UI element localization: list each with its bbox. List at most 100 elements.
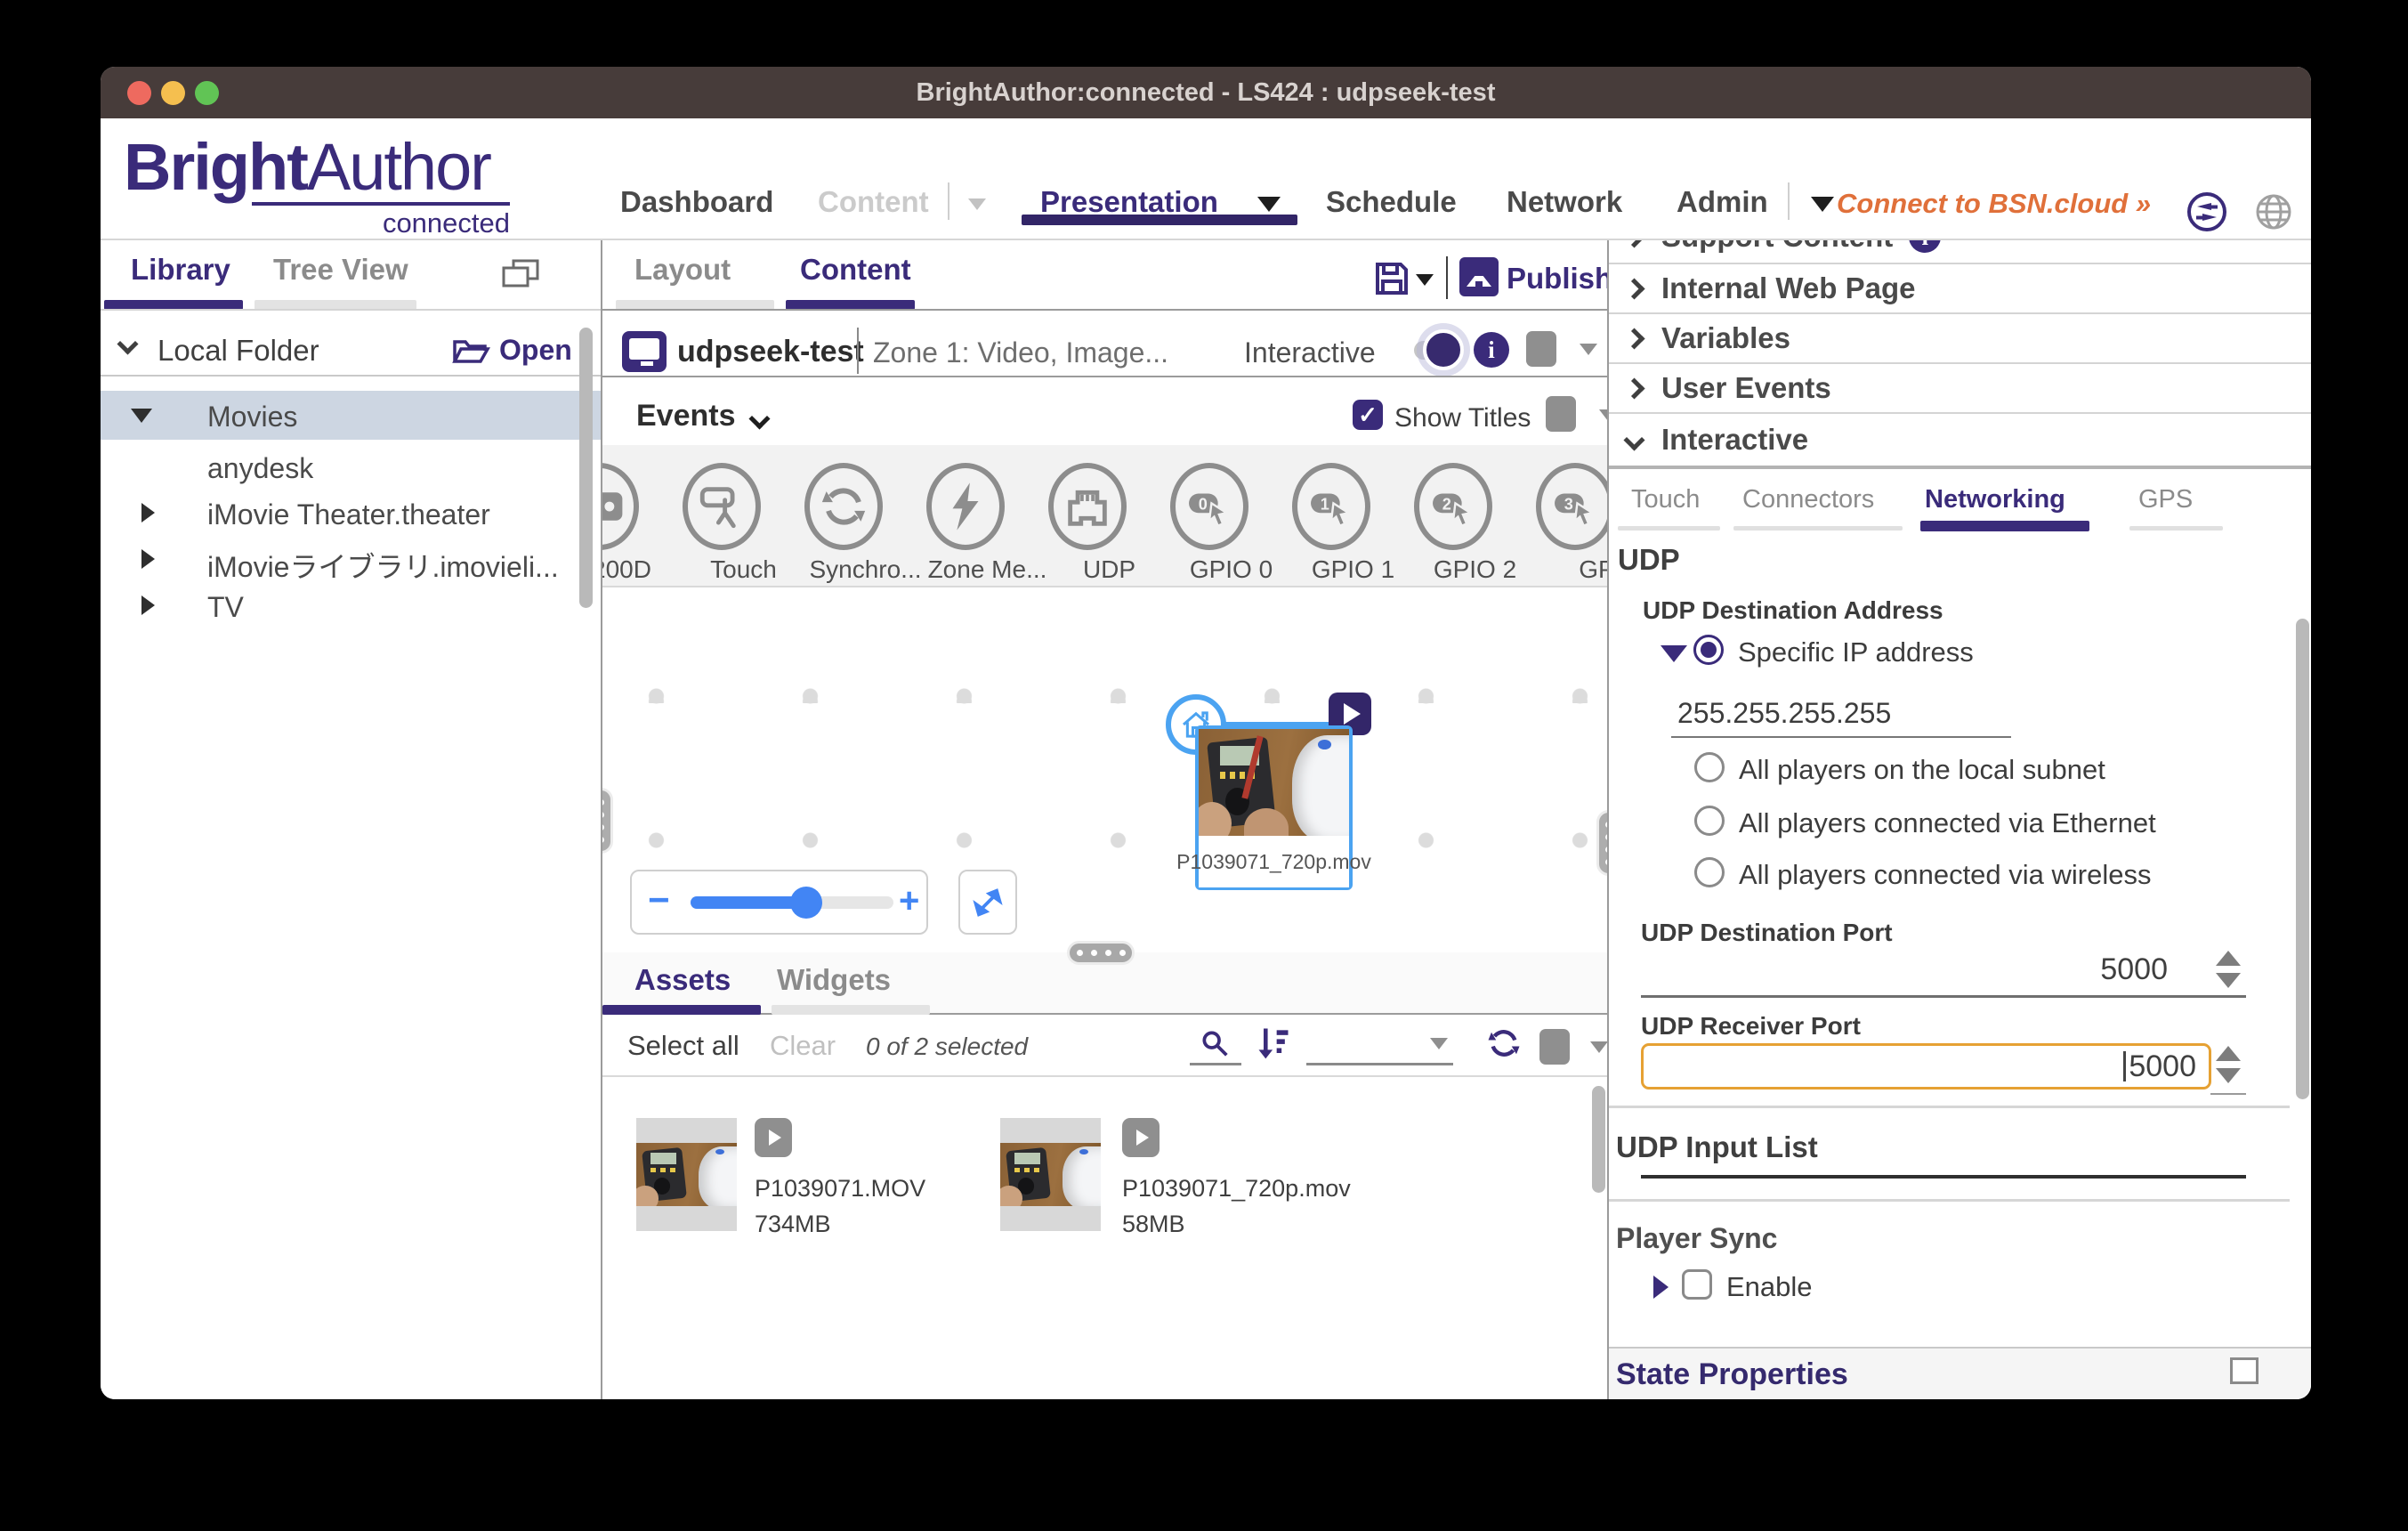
zoom-in-button[interactable]: +: [899, 881, 919, 921]
tree-item-label[interactable]: iMovieライブラリ.imovieli...: [207, 545, 559, 586]
asset-item[interactable]: P1039071_720p.mov 58MB: [994, 1079, 1403, 1346]
nav-content[interactable]: Content: [818, 185, 929, 219]
tab-library[interactable]: Library: [131, 253, 230, 287]
sidebar-scrollbar[interactable]: [579, 328, 593, 608]
event-gpio0[interactable]: 0 GPIO 0: [1170, 445, 1292, 587]
panel-resize-handle[interactable]: [1596, 810, 1609, 876]
tree-row[interactable]: anydesk: [101, 443, 601, 490]
minimize-window-icon[interactable]: [161, 81, 185, 105]
save-dropdown-icon[interactable]: [1416, 274, 1434, 286]
info-icon[interactable]: i: [1909, 240, 1941, 253]
section-variables[interactable]: Variables: [1609, 314, 2311, 362]
interactive-toggle-knob[interactable]: [1423, 329, 1464, 370]
event-gpio3[interactable]: 3 GP: [1536, 445, 1609, 587]
event-gpio2[interactable]: 2 GPIO 2: [1414, 445, 1536, 587]
nav-schedule[interactable]: Schedule: [1326, 185, 1457, 219]
event-synchronize[interactable]: Synchro...: [804, 445, 926, 587]
tab-connectors[interactable]: Connectors: [1742, 485, 1874, 514]
specific-ip-label[interactable]: Specific IP address: [1738, 636, 1974, 668]
enable-label[interactable]: Enable: [1726, 1271, 1813, 1303]
radio-label[interactable]: All players connected via wireless: [1739, 859, 2152, 891]
specific-ip-radio[interactable]: [1693, 635, 1724, 665]
section-support-content-clipped[interactable]: Support Content i: [1609, 240, 2311, 263]
transfer-icon[interactable]: [2186, 191, 2227, 237]
event-gpio1[interactable]: 1 GPIO 1: [1292, 445, 1414, 587]
show-titles-checkbox[interactable]: ✓: [1353, 400, 1383, 430]
open-folder-icon[interactable]: [451, 335, 490, 371]
tab-tree-view[interactable]: Tree View: [273, 253, 408, 287]
ip-address-input[interactable]: 255.255.255.255: [1677, 697, 1891, 730]
tree-item-label[interactable]: iMovie Theater.theater: [207, 498, 490, 531]
info-icon[interactable]: i: [1474, 332, 1509, 368]
tree-row-movies-selected[interactable]: Movies: [101, 391, 601, 440]
titles-dropdown-icon[interactable]: [1599, 409, 1609, 421]
tree-root-label[interactable]: Movies: [207, 401, 297, 433]
publish-icon[interactable]: [1459, 256, 1499, 302]
detach-panel-icon[interactable]: [2230, 1357, 2259, 1384]
select-all-button[interactable]: Select all: [627, 1030, 739, 1062]
tab-layout[interactable]: Layout: [634, 253, 731, 287]
fit-canvas-button[interactable]: [958, 870, 1017, 935]
radio-label[interactable]: All players on the local subnet: [1739, 754, 2105, 786]
publish-button[interactable]: Publish: [1507, 262, 1609, 296]
tab-content[interactable]: Content: [800, 253, 911, 287]
filter-dropdown-icon[interactable]: [1430, 1038, 1448, 1049]
video-thumbnail[interactable]: [636, 1118, 737, 1231]
section-interactive[interactable]: Interactive: [1609, 414, 2311, 466]
connect-bsn-link[interactable]: Connect to BSN.cloud »: [1837, 188, 2151, 220]
player-sync-enable-checkbox[interactable]: [1682, 1269, 1712, 1300]
dest-port-input[interactable]: 5000: [1990, 952, 2168, 987]
wireless-radio[interactable]: [1694, 857, 1725, 887]
asset-list-scrollbar[interactable]: [1592, 1086, 1605, 1193]
nav-admin[interactable]: Admin: [1677, 185, 1768, 219]
expand-icon[interactable]: [141, 595, 155, 615]
event-bp200d[interactable]: 200D: [601, 445, 683, 587]
expand-icon[interactable]: [1653, 1276, 1669, 1299]
ethernet-radio[interactable]: [1694, 806, 1725, 836]
tree-row[interactable]: iMovie Theater.theater: [101, 490, 601, 536]
section-user-events[interactable]: User Events: [1609, 364, 2311, 412]
assets-resize-handle[interactable]: [1067, 941, 1135, 965]
nav-network[interactable]: Network: [1507, 185, 1622, 219]
video-thumbnail[interactable]: [1000, 1118, 1101, 1231]
receiver-port-input-focused[interactable]: 5000: [1641, 1043, 2211, 1090]
udp-input-list-field[interactable]: [1641, 1175, 2246, 1179]
admin-dropdown-icon[interactable]: [1811, 197, 1834, 212]
inspector-scrollbar[interactable]: [2296, 619, 2309, 1099]
tab-gps[interactable]: GPS: [2138, 485, 2193, 514]
asset-dropdown-icon[interactable]: [1590, 1041, 1608, 1053]
local-subnet-radio[interactable]: [1694, 752, 1725, 782]
tree-item-label[interactable]: TV: [207, 591, 244, 624]
maximize-window-icon[interactable]: [195, 81, 219, 105]
close-window-icon[interactable]: [127, 81, 151, 105]
tab-touch[interactable]: Touch: [1631, 485, 1700, 514]
tab-assets[interactable]: Assets: [634, 963, 731, 997]
presentation-dropdown-icon[interactable]: [1257, 197, 1281, 212]
filter-dropdown[interactable]: [1306, 1063, 1453, 1065]
asset-item[interactable]: P1039071.MOV 734MB: [602, 1079, 994, 1346]
tree-item-label[interactable]: anydesk: [207, 452, 313, 485]
sort-icon[interactable]: [1254, 1024, 1293, 1067]
receiver-port-stepper[interactable]: [2210, 1046, 2246, 1083]
zoom-slider-knob[interactable]: [790, 887, 822, 919]
event-zone-message[interactable]: Zone Me...: [926, 445, 1048, 587]
local-folder-collapse-icon[interactable]: [117, 333, 138, 354]
clear-button[interactable]: Clear: [770, 1030, 836, 1062]
expand-icon[interactable]: [141, 503, 155, 522]
collapse-icon[interactable]: [131, 409, 152, 423]
nav-dashboard[interactable]: Dashboard: [620, 185, 773, 219]
titles-color-swatch[interactable]: [1546, 396, 1576, 432]
tree-row[interactable]: TV: [101, 582, 601, 628]
panel-resize-handle[interactable]: [601, 788, 613, 854]
expand-icon[interactable]: [141, 549, 155, 569]
zoom-out-button[interactable]: −: [648, 879, 670, 921]
tab-networking[interactable]: Networking: [1925, 485, 2065, 514]
section-internal-web-page[interactable]: Internal Web Page: [1609, 264, 2311, 312]
play-icon[interactable]: [755, 1118, 792, 1157]
events-collapse-icon[interactable]: [748, 408, 770, 429]
open-button[interactable]: Open: [499, 334, 572, 367]
presentation-canvas[interactable]: P1039071_720p.mov − +: [602, 587, 1609, 952]
zone-color-swatch[interactable]: [1526, 331, 1556, 367]
selected-media-card[interactable]: P1039071_720p.mov: [1195, 725, 1353, 890]
play-icon[interactable]: [1122, 1118, 1160, 1157]
